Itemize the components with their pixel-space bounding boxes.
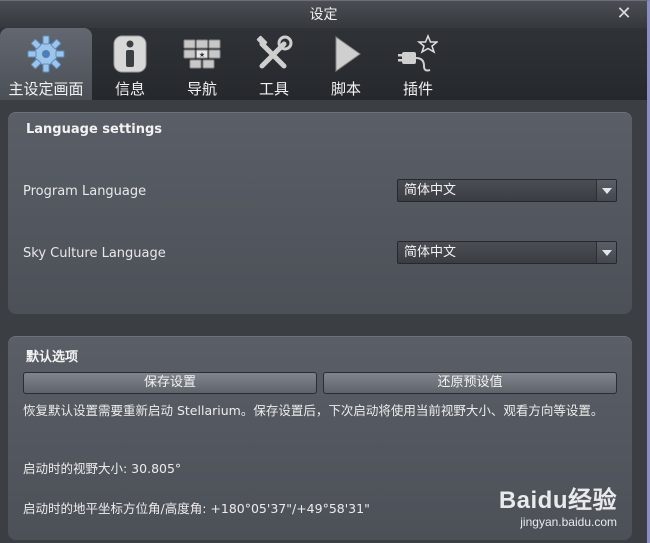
tab-label: 导航	[186, 80, 217, 98]
sky-culture-language-select[interactable]: 简体中文	[397, 241, 617, 264]
tab-label: 脚本	[330, 80, 361, 98]
baidu-watermark: Baidu经验 jingyan.baidu.com	[499, 480, 617, 529]
watermark-brand: Baidu经验	[498, 487, 617, 514]
tab-label: 工具	[258, 80, 289, 98]
select-value: 简体中文	[404, 183, 457, 198]
tab-info[interactable]: 信息	[94, 28, 166, 100]
tab-bar: 主设定画面 信息 ★ 导航 工具 脚本 插件	[0, 28, 650, 102]
select-value: 简体中文	[404, 245, 457, 260]
chevron-down-icon[interactable]	[596, 242, 616, 263]
startup-fov-text: 启动时的视野大小: 30.805°	[23, 461, 182, 476]
window-title: 设定	[309, 7, 338, 23]
title-bar: 设定 ✕	[0, 0, 650, 28]
tab-navigation[interactable]: ★ 导航	[166, 28, 238, 100]
tab-tools[interactable]: 工具	[238, 28, 310, 100]
navigation-icon: ★	[183, 39, 221, 69]
program-language-label: Program Language	[23, 184, 147, 199]
play-icon	[335, 36, 361, 72]
sky-culture-language-label: Sky Culture Language	[23, 246, 166, 261]
tab-scripts[interactable]: 脚本	[310, 28, 382, 100]
language-settings-panel: Language settings Program Language 简体中文 …	[8, 112, 632, 314]
tab-plugins[interactable]: 插件	[382, 28, 454, 100]
svg-text:★: ★	[199, 51, 205, 59]
save-settings-button[interactable]: 保存设置	[23, 372, 317, 394]
watermark-url: jingyan.baidu.com	[520, 515, 617, 529]
close-icon[interactable]: ✕	[613, 3, 635, 25]
info-icon	[113, 35, 147, 73]
chevron-down-icon[interactable]	[596, 180, 616, 201]
gear-icon	[27, 35, 65, 73]
tab-label: 插件	[402, 80, 433, 98]
tools-icon	[256, 35, 293, 69]
tab-main-settings[interactable]: 主设定画面	[0, 28, 92, 100]
panel-title: 默认选项	[26, 350, 79, 365]
plugin-icon	[398, 34, 438, 72]
settings-content: Language settings Program Language 简体中文 …	[0, 100, 650, 543]
program-language-select[interactable]: 简体中文	[397, 179, 617, 202]
restart-note: 恢复默认设置需要重新启动 Stellarium。保存设置后，下次启动将使用当前视…	[23, 403, 604, 418]
tab-label: 信息	[114, 80, 145, 98]
tab-label: 主设定画面	[8, 80, 84, 98]
restore-defaults-button[interactable]: 还原预设值	[323, 372, 617, 394]
panel-title: Language settings	[26, 122, 163, 137]
